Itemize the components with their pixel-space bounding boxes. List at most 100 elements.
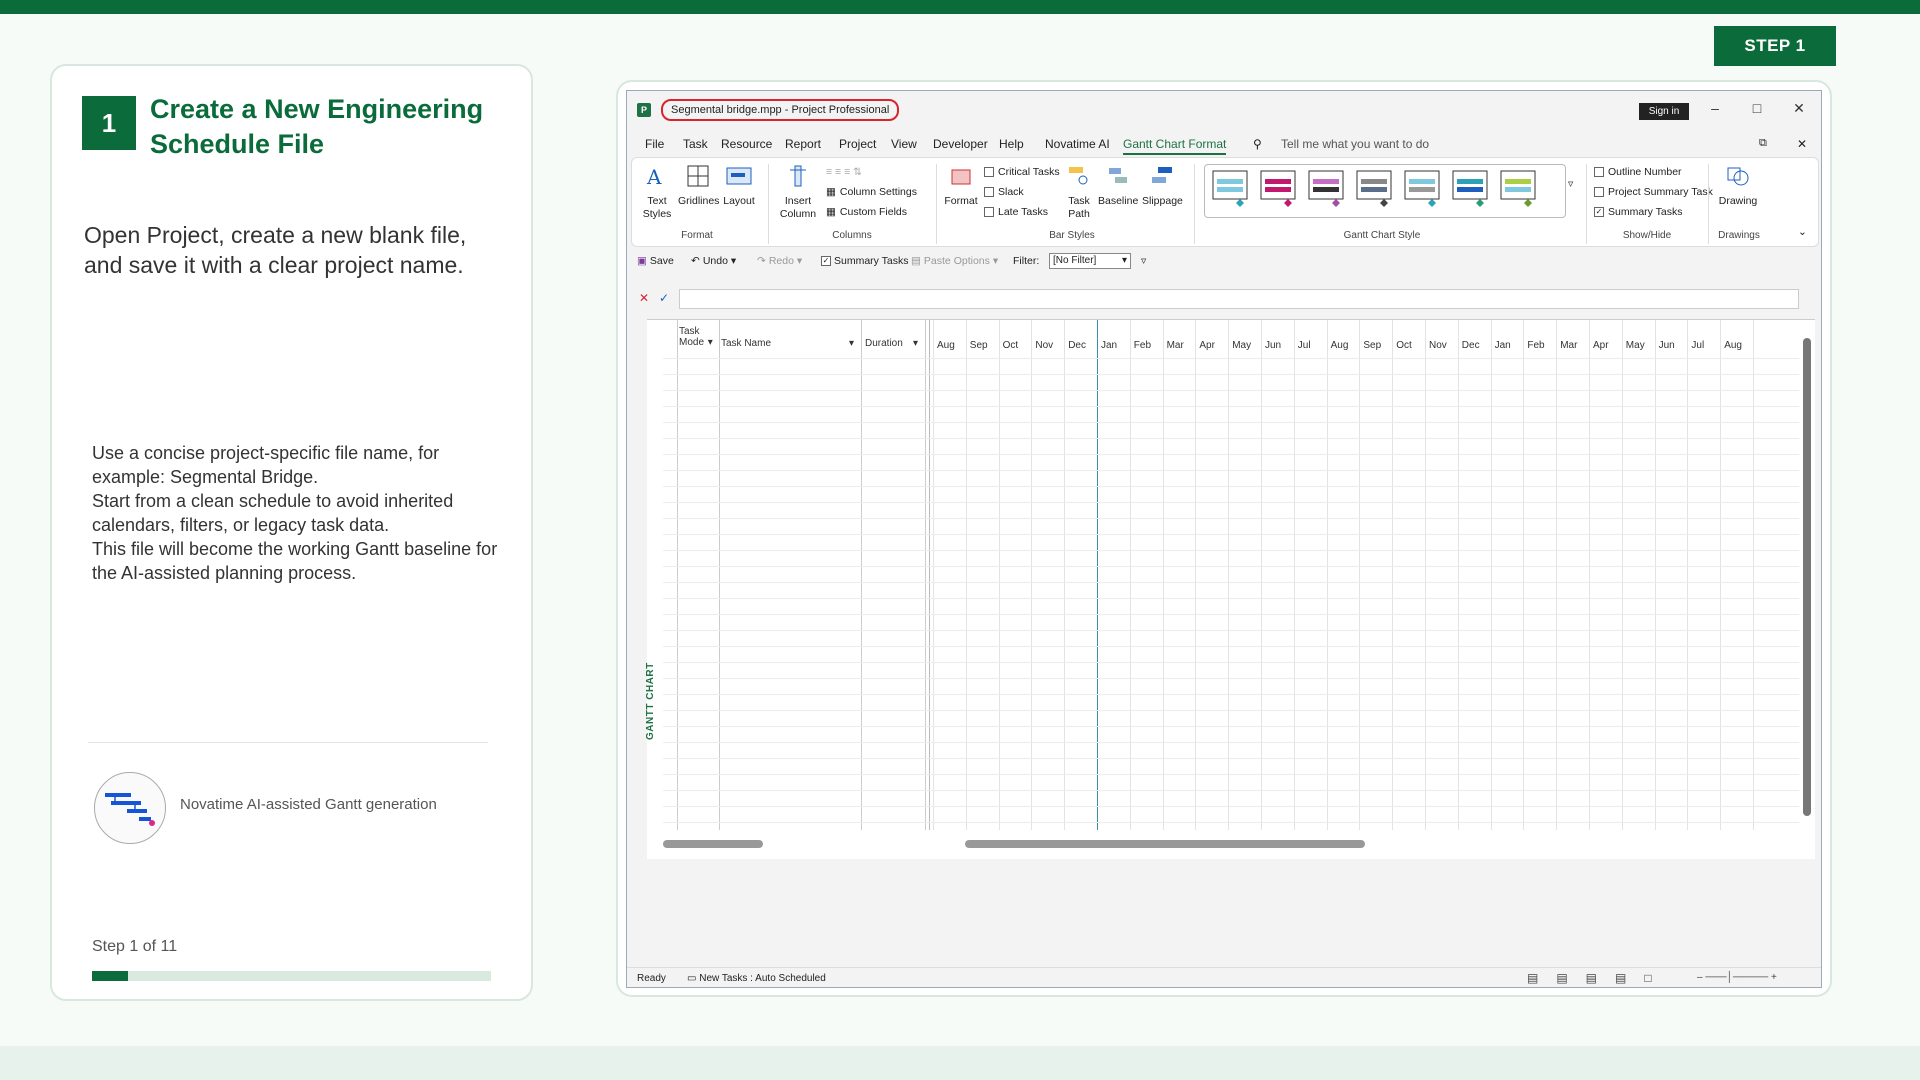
menu-project[interactable]: Project (839, 137, 876, 151)
summary-tasks-checkbox[interactable]: ✓ Summary Tasks (1594, 206, 1683, 218)
column-settings-button[interactable]: ▦ Column Settings (826, 186, 917, 198)
menu-novatime-ai[interactable]: Novatime AI (1045, 137, 1110, 151)
ribbon-separator (768, 164, 769, 244)
grid-row-line (663, 550, 1799, 551)
tell-me-box[interactable]: Tell me what you want to do (1281, 137, 1429, 151)
text-styles-button[interactable]: A Text Styles (640, 164, 674, 221)
grid-row-line (663, 694, 1799, 695)
chevron-down-icon[interactable]: ▾ (913, 338, 918, 349)
vertical-scrollbar[interactable] (1803, 338, 1811, 816)
task-mode-header[interactable]: Task Mode ▾ (679, 326, 713, 348)
custom-fields-button[interactable]: ▦ Custom Fields (826, 206, 907, 218)
grid-vline (719, 320, 720, 830)
menu-file[interactable]: File (645, 137, 664, 151)
sign-in-button[interactable]: Sign in (1639, 103, 1689, 120)
columns-group-label: Columns (832, 230, 872, 241)
menu-task[interactable]: Task (683, 137, 708, 151)
grid-row-line (663, 454, 1799, 455)
grid-vline (1490, 320, 1492, 830)
undo-button[interactable]: ↶ Undo ▾ (691, 255, 736, 267)
grid-row-line (663, 806, 1799, 807)
entry-field[interactable] (679, 289, 1799, 309)
grid-row-line (663, 534, 1799, 535)
filter-label: Filter: (1013, 255, 1040, 267)
zoom-slider[interactable]: – ───│───── + (1697, 972, 1777, 983)
ribbon: A Text Styles Gridlines Layout Format In… (631, 157, 1819, 247)
insert-column-button[interactable]: Insert Column (778, 164, 818, 221)
grid-row-line (663, 774, 1799, 775)
layout-button[interactable]: Layout (722, 164, 756, 208)
progress-bar (92, 971, 491, 981)
restore-ribbon-icon[interactable]: ⧉ (1759, 137, 1767, 150)
paste-options-button[interactable]: ▤ Paste Options ▾ (911, 255, 998, 267)
gallery-more-icon[interactable]: ▿ (1568, 178, 1573, 190)
grid-vline (1129, 320, 1131, 830)
duration-header[interactable]: Duration (865, 338, 903, 349)
timescale-month: Jun (1265, 340, 1282, 351)
gantt-style-group-label: Gantt Chart Style (1343, 230, 1421, 241)
gantt-view: GANTT CHART Task Mode ▾ Task Name ▾ Dura… (645, 319, 1815, 859)
save-button[interactable]: ▣ Save (637, 255, 674, 267)
collapse-ribbon-icon[interactable]: ⌄ (1798, 226, 1807, 238)
filter-select[interactable]: [No Filter] ▾ (1049, 253, 1131, 269)
drawing-button[interactable]: Drawing (1716, 164, 1760, 208)
redo-icon: ↷ (757, 255, 766, 267)
slippage-button[interactable]: Slippage (1142, 164, 1183, 208)
outline-number-checkbox[interactable]: Outline Number (1594, 166, 1682, 178)
grid-vline (677, 320, 678, 830)
menu-view[interactable]: View (891, 137, 917, 151)
summary-tasks-qat-checkbox[interactable]: ✓ Summary Tasks (821, 255, 909, 267)
menu-gantt-chart-format[interactable]: Gantt Chart Format (1123, 137, 1227, 155)
text-styles-icon: A (646, 165, 662, 189)
grid-row-line (663, 598, 1799, 599)
gantt-style-gallery (1204, 164, 1566, 218)
timescale-month: May (1232, 340, 1252, 351)
menu-developer[interactable]: Developer (933, 137, 988, 151)
drawing-icon (1727, 167, 1749, 186)
confirm-entry-icon[interactable]: ✓ (659, 291, 669, 305)
menu-help[interactable]: Help (999, 137, 1024, 151)
project-summary-task-checkbox[interactable]: Project Summary Task (1594, 186, 1713, 198)
close-icon[interactable]: ✕ (1789, 100, 1809, 117)
svg-text:A: A (646, 165, 662, 188)
grid-vline (965, 320, 967, 830)
task-name-header[interactable]: Task Name (721, 338, 771, 349)
table-horizontal-scrollbar[interactable] (663, 840, 763, 848)
cancel-entry-icon[interactable]: ✕ (639, 291, 649, 305)
late-tasks-checkbox[interactable]: Late Tasks (984, 206, 1048, 218)
critical-tasks-checkbox[interactable]: Critical Tasks (984, 166, 1060, 178)
grid-row-line (663, 438, 1799, 439)
save-icon: ▣ (637, 255, 647, 267)
window-title: Segmental bridge.mpp - Project Professio… (661, 99, 900, 121)
gantt-chart-side-label: GANTT CHART (645, 662, 656, 740)
new-tasks-mode[interactable]: ▭ New Tasks : Auto Scheduled (687, 973, 826, 984)
grid-row-line (663, 358, 1799, 359)
format-button[interactable]: Format (944, 164, 978, 208)
timescale-month: Feb (1527, 340, 1545, 351)
customize-qat-icon[interactable]: ▿ (1141, 255, 1146, 267)
view-shortcuts[interactable]: ▤▤▤▤□ (1527, 971, 1670, 985)
chevron-down-icon[interactable]: ▾ (849, 338, 854, 349)
ribbon-separator (1586, 164, 1587, 244)
baseline-icon (1109, 168, 1127, 183)
title-bar: P Segmental bridge.mpp - Project Profess… (627, 91, 1821, 129)
step-number: 1 (82, 96, 136, 150)
grid-vline (1392, 320, 1394, 830)
gridlines-button[interactable]: Gridlines (678, 164, 719, 208)
task-path-button[interactable]: Task Path (1064, 164, 1094, 221)
maximize-icon[interactable]: □ (1747, 100, 1767, 116)
grid-vline (1753, 320, 1754, 830)
gridlines-icon (687, 165, 709, 187)
close-doc-icon[interactable]: ✕ (1797, 137, 1807, 151)
baseline-button[interactable]: Baseline (1098, 164, 1138, 208)
insert-column-icon (790, 165, 806, 187)
minimize-icon[interactable]: – (1705, 100, 1725, 116)
gantt-style-swatches[interactable] (1205, 165, 1565, 217)
project-window: P Segmental bridge.mpp - Project Profess… (626, 90, 1822, 988)
slack-checkbox[interactable]: Slack (984, 186, 1024, 198)
menu-report[interactable]: Report (785, 137, 821, 151)
menu-resource[interactable]: Resource (721, 137, 772, 151)
redo-button[interactable]: ↷ Redo ▾ (757, 255, 802, 267)
chart-horizontal-scrollbar[interactable] (965, 840, 1365, 848)
timescale-month: Apr (1199, 340, 1215, 351)
